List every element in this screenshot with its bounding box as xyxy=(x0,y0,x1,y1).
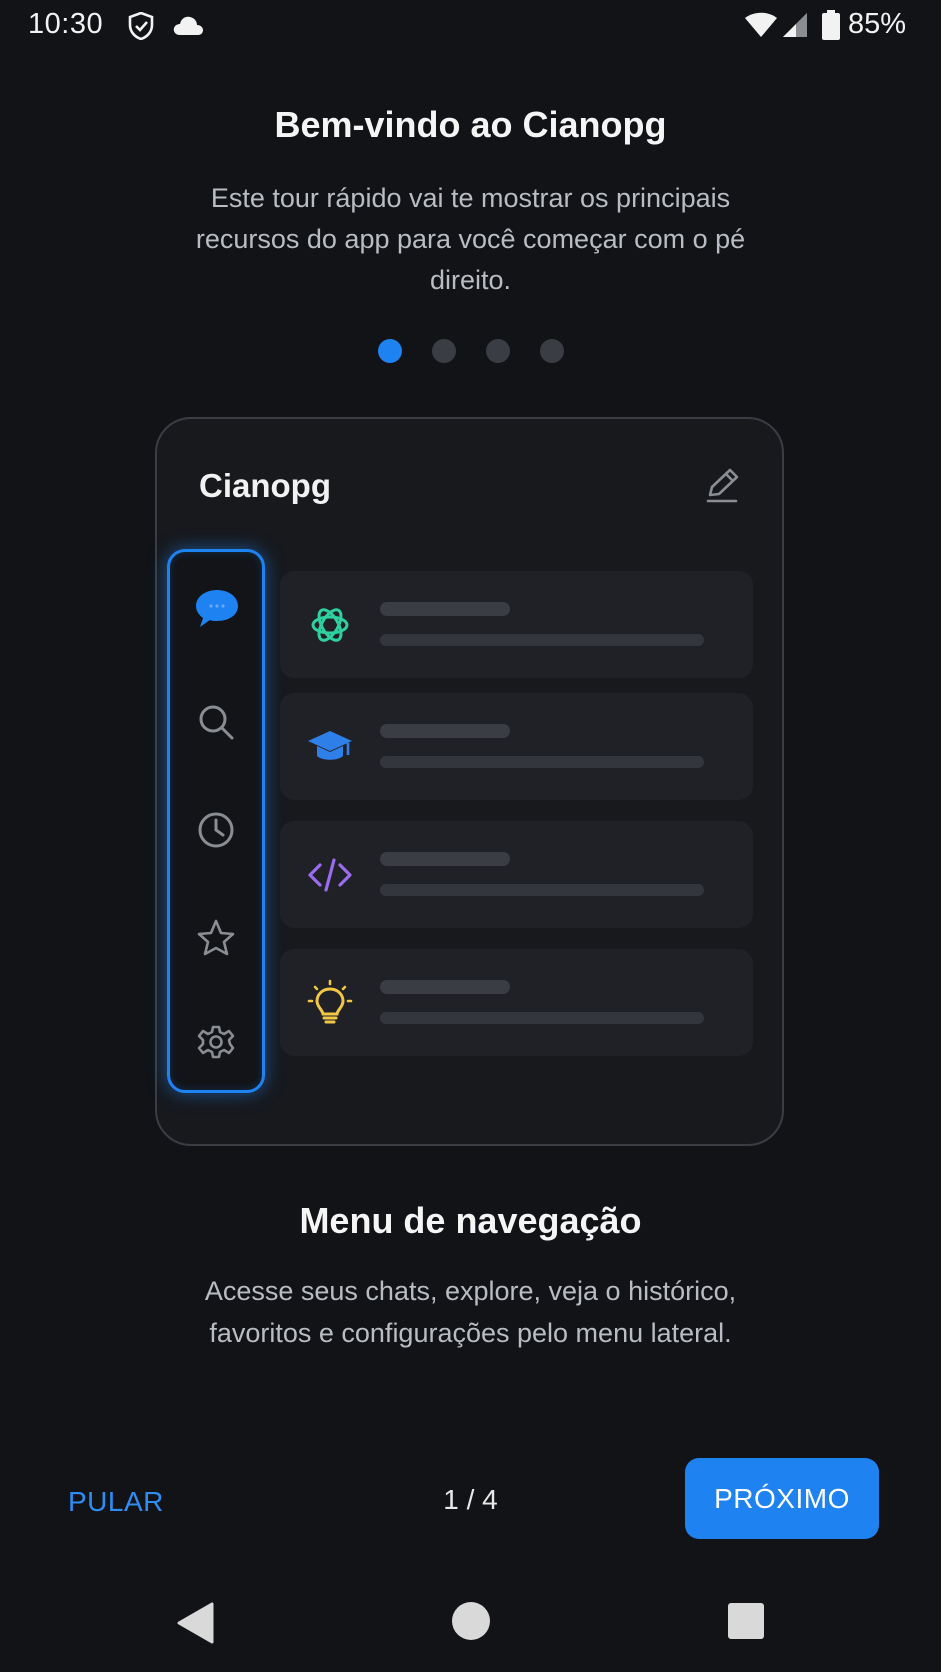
signal-icon xyxy=(783,13,807,37)
skeleton-line xyxy=(380,980,510,994)
shield-icon xyxy=(128,12,154,40)
preview-row-education xyxy=(280,693,753,800)
chat-icon xyxy=(196,590,238,627)
next-button[interactable]: PRÓXIMO xyxy=(685,1458,879,1539)
skeleton-line xyxy=(380,852,510,866)
cloud-icon xyxy=(173,16,203,35)
preview-row-ideas xyxy=(280,949,753,1056)
wifi-icon xyxy=(745,12,777,37)
status-time: 10:30 xyxy=(28,8,104,40)
skip-button[interactable]: PULAR xyxy=(52,1476,180,1528)
skeleton-line xyxy=(380,1012,704,1024)
page-indicator xyxy=(0,339,941,363)
skeleton-line xyxy=(380,756,704,768)
preview-row-assistant xyxy=(280,571,753,678)
page-dot-2[interactable] xyxy=(431,339,456,363)
welcome-title: Bem-vindo ao Cianopg xyxy=(274,104,667,145)
welcome-description: Este tour rápido vai te mostrar os princ… xyxy=(195,183,746,295)
history-icon xyxy=(198,812,234,848)
feature-description: Acesse seus chats, explore, veja o histó… xyxy=(204,1276,737,1348)
app-preview-card: Cianopg xyxy=(155,417,784,1146)
page-dot-3[interactable] xyxy=(485,339,510,363)
graduation-cap-icon xyxy=(308,731,352,760)
page-dot-1[interactable] xyxy=(377,339,402,363)
star-icon xyxy=(197,919,235,956)
skeleton-line xyxy=(380,724,510,738)
page-dot-4[interactable] xyxy=(539,339,564,363)
search-icon xyxy=(199,705,234,740)
system-nav-bar xyxy=(0,1580,941,1672)
code-icon xyxy=(308,858,352,892)
skeleton-line xyxy=(380,634,704,646)
openai-icon xyxy=(311,608,349,642)
preview-row-code xyxy=(280,821,753,928)
feature-title: Menu de navegação xyxy=(299,1200,642,1241)
skeleton-line xyxy=(380,602,510,616)
navigation-rail-highlight xyxy=(167,549,265,1093)
back-icon[interactable] xyxy=(176,1602,214,1644)
recents-icon[interactable] xyxy=(727,1602,765,1640)
preview-app-name: Cianopg xyxy=(199,467,331,504)
battery-percentage: 85% xyxy=(848,8,907,40)
battery-icon xyxy=(822,10,840,40)
lightbulb-icon xyxy=(307,979,353,1024)
edit-icon xyxy=(706,468,739,503)
settings-icon xyxy=(197,1025,235,1059)
status-bar: 10:30 85% xyxy=(0,0,941,52)
skeleton-line xyxy=(380,884,704,896)
home-icon[interactable] xyxy=(450,1600,492,1642)
